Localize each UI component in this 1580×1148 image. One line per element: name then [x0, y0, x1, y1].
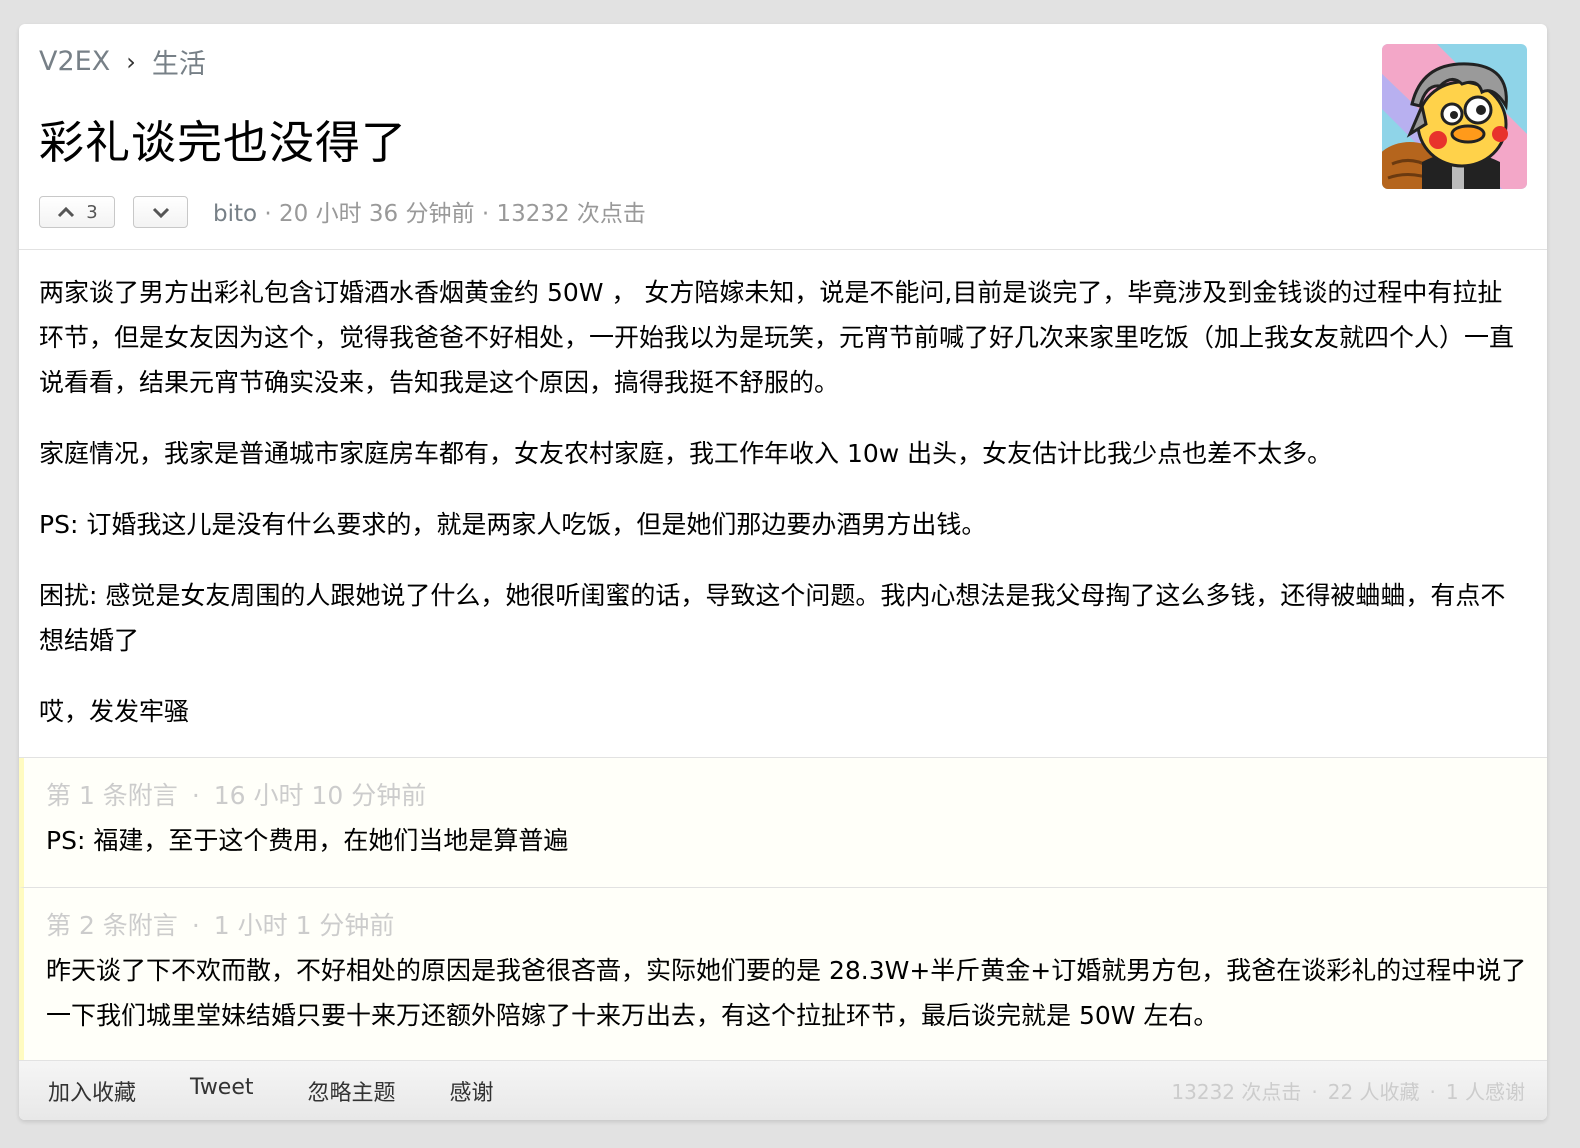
stats-separator: · [1429, 1080, 1436, 1104]
content-paragraph: 困扰: 感觉是女友周围的人跟她说了什么，她很听闺蜜的话，导致这个问题。我内心想法… [39, 581, 1506, 655]
footer-actions: 加入收藏 Tweet 忽略主题 感谢 [48, 1075, 548, 1107]
append-separator: · [191, 911, 200, 940]
thank-button[interactable]: 感谢 [450, 1075, 494, 1107]
ignore-topic-button[interactable]: 忽略主题 [308, 1075, 396, 1107]
meta-separator: · [481, 201, 490, 227]
upvote-count: 3 [86, 201, 98, 223]
topic-header: V2EX › 生活 彩礼谈完也没得了 3 bito · 20 小时 36 分钟前… [19, 24, 1547, 250]
breadcrumb: V2EX › 生活 [39, 42, 206, 81]
breadcrumb-home-link[interactable]: V2EX [39, 46, 110, 77]
topic-footer: 加入收藏 Tweet 忽略主题 感谢 13232 次点击 · 22 人收藏 · 1 人感… [19, 1060, 1547, 1120]
append-1: 第 1 条附言 · 16 小时 10 分钟前 PS: 福建，至于这个费用，在她们当地… [19, 758, 1547, 888]
append-time: 16 小时 10 分钟前 [213, 781, 427, 810]
append-header: 第 1 条附言 · 16 小时 10 分钟前 [46, 776, 1527, 812]
author-link[interactable]: bito [213, 201, 257, 227]
content-paragraph: 哎，发发牢骚 [39, 697, 190, 726]
meta-separator: · [264, 201, 272, 227]
stats-separator: · [1311, 1080, 1318, 1104]
vote-group: 3 [39, 196, 188, 228]
append-label: 第 1 条附言 [46, 781, 178, 810]
favorite-button[interactable]: 加入收藏 [48, 1075, 136, 1107]
author-avatar[interactable] [1382, 44, 1527, 189]
topic-time: 20 小时 36 分钟前 [279, 201, 475, 227]
chevron-up-icon [58, 206, 75, 218]
topic-box: V2EX › 生活 彩礼谈完也没得了 3 bito · 20 小时 36 分钟前… [19, 24, 1547, 1120]
avatar-image [1382, 44, 1527, 189]
downvote-button[interactable] [133, 196, 188, 228]
topic-meta: bito · 20 小时 36 分钟前 · 13232 次点击 [213, 194, 646, 228]
breadcrumb-separator: › [126, 47, 136, 76]
footer-stats: 13232 次点击 · 22 人收藏 · 1 人感谢 [1171, 1076, 1525, 1105]
append-label: 第 2 条附言 [46, 911, 178, 940]
topic-content: 两家谈了男方出彩礼包含订婚酒水香烟黄金约 50W ， 女方陪嫁未知，说是不能问,… [19, 250, 1547, 758]
content-paragraph: 两家谈了男方出彩礼包含订婚酒水香烟黄金约 50W ， 女方陪嫁未知，说是不能问,… [39, 278, 1515, 397]
append-text: PS: 福建，至于这个费用，在她们当地是算普遍 [46, 826, 569, 855]
content-paragraph: PS: 订婚我这儿是没有什么要求的，就是两家人吃饭，但是她们那边要办酒男方出钱。 [39, 510, 987, 539]
content-paragraph: 家庭情况，我家是普通城市家庭房车都有，女友农村家庭，我工作年收入 10w 出头，… [39, 439, 1333, 468]
append-2: 第 2 条附言 · 1 小时 1 分钟前 昨天谈了下不欢而散，不好相处的原因是我爸很… [19, 888, 1547, 1062]
append-header: 第 2 条附言 · 1 小时 1 分钟前 [46, 906, 1527, 942]
topic-clicks: 13232 次点击 [496, 201, 646, 227]
topic-title: 彩礼谈完也没得了 [39, 116, 408, 169]
append-time: 1 小时 1 分钟前 [213, 911, 395, 940]
stats-thanks: 1 人感谢 [1445, 1080, 1525, 1104]
tweet-button[interactable]: Tweet [190, 1075, 254, 1107]
append-text: 昨天谈了下不欢而散，不好相处的原因是我爸很吝啬，实际她们要的是 28.3W+半斤… [46, 956, 1527, 1030]
stats-clicks: 13232 次点击 [1171, 1080, 1302, 1104]
breadcrumb-node-link[interactable]: 生活 [152, 42, 206, 81]
upvote-button[interactable]: 3 [39, 196, 115, 228]
stats-favorites: 22 人收藏 [1327, 1080, 1420, 1104]
chevron-down-icon [152, 207, 169, 219]
append-separator: · [191, 781, 200, 810]
